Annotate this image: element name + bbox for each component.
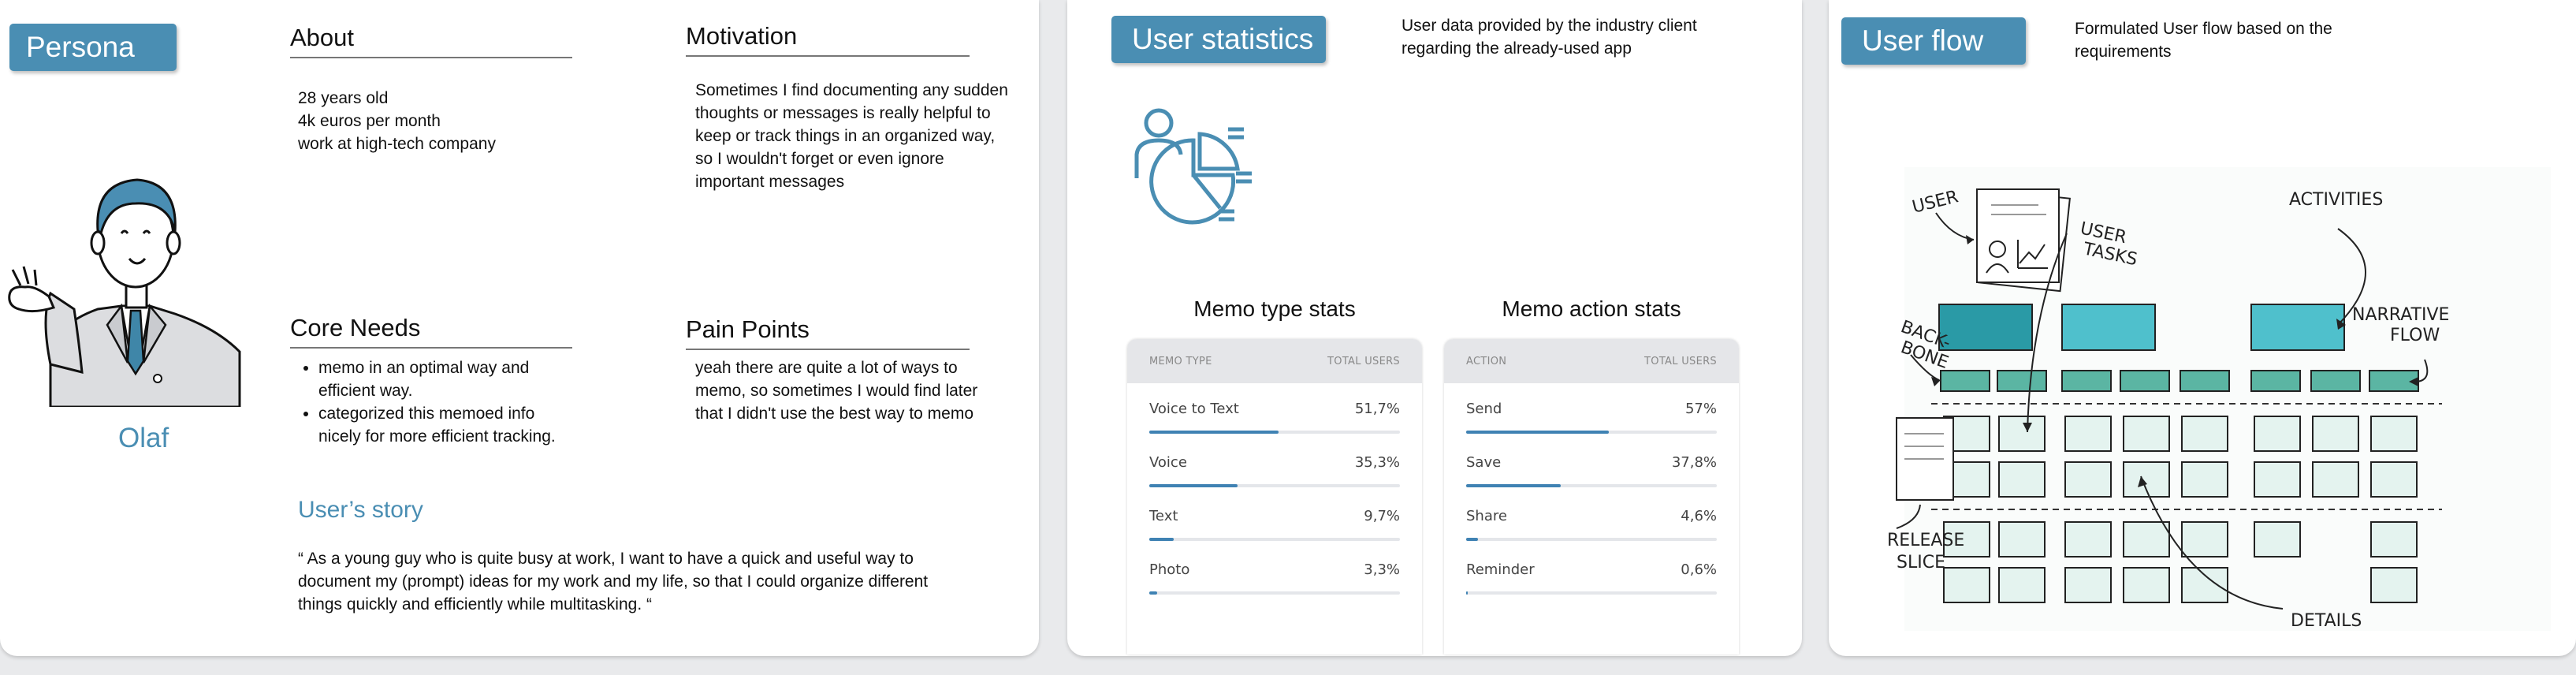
label-release-2: SLICE bbox=[1897, 553, 1945, 572]
pain-points-text: yeah there are quite a lot of ways to me… bbox=[695, 359, 978, 423]
story-map-sketch: USER USER TASKS ACTIVITIES NARRATIVE FLO… bbox=[1887, 167, 2551, 631]
stat-label: Voice to Text bbox=[1149, 401, 1239, 417]
stat-value: 51,7% bbox=[1354, 401, 1400, 417]
stat-row: Voice to Text 51,7% bbox=[1127, 383, 1422, 437]
about-line: work at high-tech company bbox=[298, 135, 496, 153]
stat-bar-track bbox=[1466, 591, 1717, 595]
persona-name: Olaf bbox=[118, 423, 169, 453]
about-title: About bbox=[290, 24, 572, 58]
stat-value: 57% bbox=[1684, 401, 1717, 417]
stat-label: Voice bbox=[1149, 454, 1187, 471]
persona-tag: Persona bbox=[9, 24, 177, 71]
label-release-1: RELEASE bbox=[1887, 531, 1964, 550]
memo-action-title: Memo action stats bbox=[1502, 296, 1681, 321]
stat-value: 9,7% bbox=[1364, 508, 1400, 524]
stat-bar-track bbox=[1466, 431, 1717, 434]
stat-label: Share bbox=[1466, 508, 1507, 524]
column-header: MEMO TYPE bbox=[1149, 355, 1212, 367]
stat-value: 0,6% bbox=[1681, 561, 1717, 578]
stat-row: Save 37,8% bbox=[1444, 437, 1739, 490]
stat-row: Send 57% bbox=[1444, 383, 1739, 437]
stat-bar-fill bbox=[1149, 591, 1158, 595]
stat-bar-track bbox=[1149, 538, 1400, 541]
user-flow-panel: User flow Formulated User flow based on … bbox=[1829, 0, 2576, 656]
stat-label: Send bbox=[1466, 401, 1502, 417]
stat-value: 4,6% bbox=[1681, 508, 1717, 524]
stat-bar-track bbox=[1466, 538, 1717, 541]
user-flow-note: Formulated User flow based on the requir… bbox=[2075, 20, 2332, 61]
memo-type-card: MEMO TYPE TOTAL USERS Voice to Text 51,7%… bbox=[1127, 339, 1422, 654]
core-needs-title: Core Needs bbox=[290, 314, 572, 349]
motivation-text: Sometimes I find documenting any sudden … bbox=[695, 81, 1008, 191]
stat-row: Photo 3,3% bbox=[1127, 544, 1422, 598]
persona-panel: Persona Olaf About 28 years old 4k euros… bbox=[0, 0, 1039, 656]
stat-row: Text 9,7% bbox=[1127, 490, 1422, 544]
stat-value: 37,8% bbox=[1671, 454, 1717, 471]
pain-points-title: Pain Points bbox=[686, 315, 970, 350]
stat-bar-track bbox=[1149, 591, 1400, 595]
column-header: TOTAL USERS bbox=[1327, 355, 1400, 367]
stat-bar-fill bbox=[1466, 591, 1468, 595]
stat-row: Voice 35,3% bbox=[1127, 437, 1422, 490]
stat-label: Photo bbox=[1149, 561, 1190, 578]
stat-value: 35,3% bbox=[1354, 454, 1400, 471]
stat-label: Text bbox=[1149, 508, 1178, 524]
stat-bar-fill bbox=[1466, 538, 1478, 541]
stat-bar-track bbox=[1466, 484, 1717, 487]
column-header: TOTAL USERS bbox=[1644, 355, 1717, 367]
memo-type-header: MEMO TYPE TOTAL USERS bbox=[1127, 339, 1422, 383]
stat-label: Reminder bbox=[1466, 561, 1535, 578]
about-line: 4k euros per month bbox=[298, 112, 441, 130]
label-narrative-1: NARRATIVE bbox=[2352, 305, 2449, 325]
core-needs-list: memo in an optimal way and efficient way… bbox=[298, 356, 558, 448]
core-need-item: memo in an optimal way and efficient way… bbox=[318, 356, 558, 402]
motivation-title: Motivation bbox=[686, 22, 970, 57]
story-title: User’s story bbox=[298, 497, 423, 523]
core-need-item: categorized this memoed info nicely for … bbox=[318, 402, 558, 448]
statistics-tag: User statistics bbox=[1111, 16, 1326, 63]
stat-value: 3,3% bbox=[1364, 561, 1400, 578]
stat-row: Reminder 0,6% bbox=[1444, 544, 1739, 598]
activities-row bbox=[1938, 304, 2345, 351]
statistics-note: User data provided by the industry clien… bbox=[1402, 17, 1697, 58]
label-narrative-2: FLOW bbox=[2390, 326, 2440, 345]
stat-label: Save bbox=[1466, 454, 1502, 471]
column-header: ACTION bbox=[1466, 355, 1507, 367]
stat-bar-track bbox=[1149, 431, 1400, 434]
backbone-tasks-row bbox=[1940, 370, 2419, 392]
label-activities: ACTIVITIES bbox=[2289, 190, 2383, 210]
user-persona-paper-icon bbox=[1976, 188, 2071, 293]
stat-bar-fill bbox=[1466, 431, 1610, 434]
stat-bar-fill bbox=[1149, 538, 1174, 541]
about-line: 28 years old bbox=[298, 89, 389, 107]
stat-bar-fill bbox=[1149, 431, 1279, 434]
statistics-panel: User statistics User data provided by th… bbox=[1067, 0, 1802, 656]
persona-avatar bbox=[8, 178, 241, 407]
user-stats-icon bbox=[1134, 108, 1252, 225]
stat-bar-fill bbox=[1149, 484, 1238, 487]
memo-type-title: Memo type stats bbox=[1193, 296, 1356, 321]
user-flow-tag: User flow bbox=[1841, 17, 2026, 65]
stat-bar-fill bbox=[1466, 484, 1562, 487]
story-text: “ As a young guy who is quite busy at wo… bbox=[298, 550, 929, 613]
about-list: 28 years old 4k euros per month work at … bbox=[298, 87, 496, 155]
stat-row: Share 4,6% bbox=[1444, 490, 1739, 544]
memo-action-card: ACTION TOTAL USERS Send 57% Save 37,8% Share… bbox=[1444, 339, 1739, 654]
memo-action-header: ACTION TOTAL USERS bbox=[1444, 339, 1739, 383]
label-details: DETAILS bbox=[2291, 611, 2362, 631]
stat-bar-track bbox=[1149, 484, 1400, 487]
